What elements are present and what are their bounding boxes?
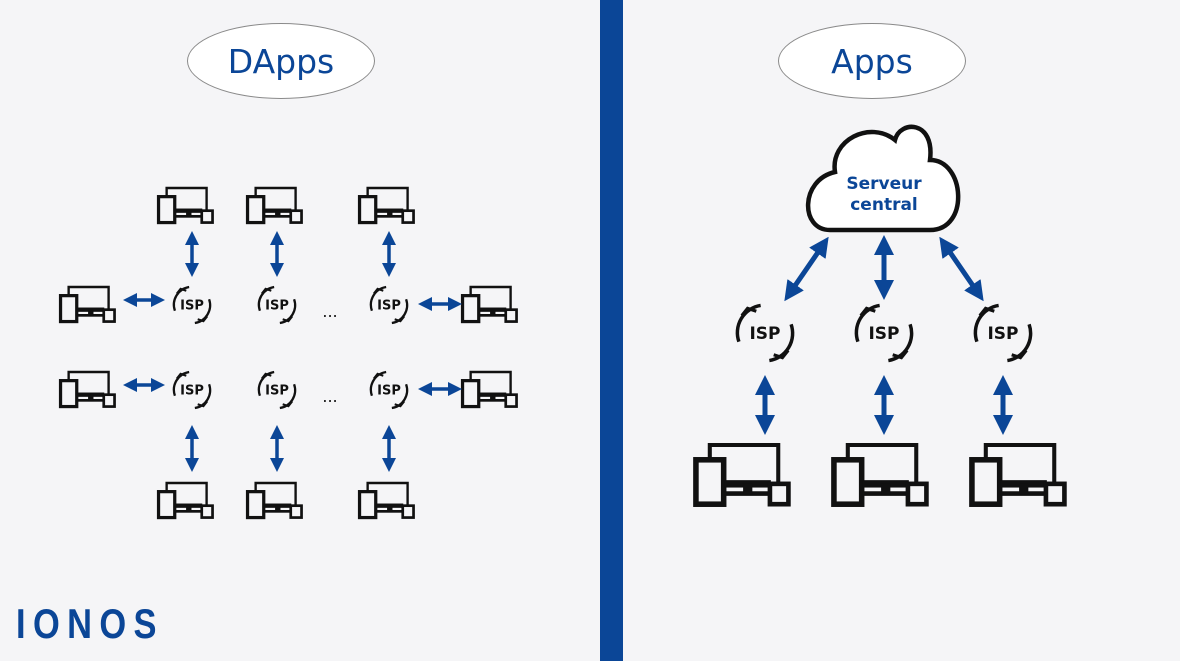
isp-label: ISP xyxy=(377,299,401,314)
device-icon xyxy=(245,481,304,520)
device-icon xyxy=(156,481,215,520)
device-icon xyxy=(58,370,117,409)
ionos-logo: IONOS xyxy=(16,600,164,647)
ellipsis: ... xyxy=(322,302,337,321)
isp-label: ISP xyxy=(180,299,204,314)
device-icon xyxy=(58,285,117,324)
device-icon xyxy=(460,285,519,324)
diagram-canvas: DApps Apps ISP ISP ISP ISP ISP ISP ... .… xyxy=(0,0,1180,661)
server-label-line1: Serveur xyxy=(846,174,922,194)
isp-label: ISP xyxy=(265,384,289,399)
bidirectional-arrow xyxy=(784,236,829,302)
device-icon xyxy=(460,370,519,409)
device-icon xyxy=(156,186,215,225)
bidirectional-arrow xyxy=(939,236,984,302)
isp-label: ISP xyxy=(265,299,289,314)
device-icon xyxy=(357,481,416,520)
isp-label: ISP xyxy=(987,324,1018,344)
device-icon xyxy=(834,445,927,504)
device-icon xyxy=(245,186,304,225)
isp-label: ISP xyxy=(377,384,401,399)
server-label-line2: central xyxy=(850,195,918,215)
device-icon xyxy=(357,186,416,225)
isp-label: ISP xyxy=(180,384,204,399)
network-diagram: ISP ISP ISP ISP ISP ISP...... Serveurcentral IS… xyxy=(58,124,1180,520)
isp-label: ISP xyxy=(749,324,780,344)
device-icon xyxy=(972,445,1065,504)
isp-label: ISP xyxy=(868,324,899,344)
device-icon xyxy=(696,445,789,504)
ellipsis: ... xyxy=(322,387,337,406)
